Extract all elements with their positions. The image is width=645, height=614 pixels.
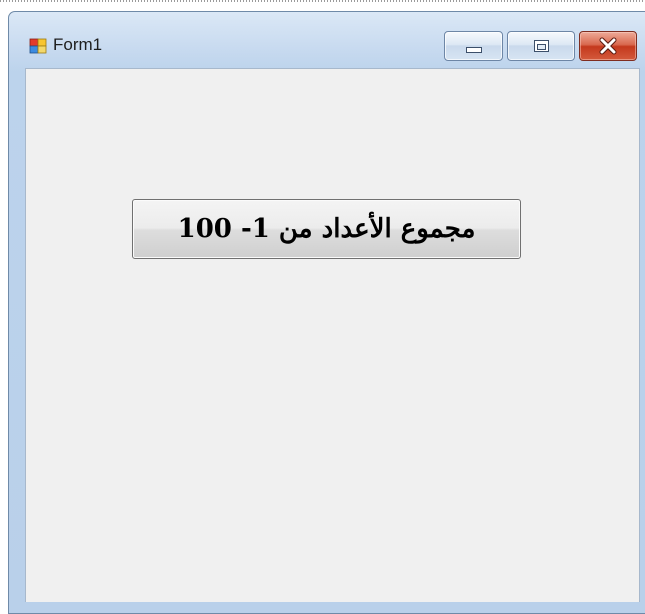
close-icon	[599, 37, 617, 55]
title-bar[interactable]: Form1	[9, 12, 645, 68]
maximize-icon	[534, 40, 549, 52]
sum-numbers-button[interactable]: مجموع الأعداد من 1- 100	[132, 199, 521, 259]
winforms-app-icon	[29, 38, 47, 54]
minimize-button[interactable]	[444, 31, 503, 61]
window-title: Form1	[53, 35, 103, 54]
close-button[interactable]	[579, 31, 637, 61]
form1-window: Form1 مجموع الأعداد من 1- 100	[8, 11, 645, 614]
form-client-area: مجموع الأعداد من 1- 100	[25, 68, 640, 602]
maximize-button[interactable]	[507, 31, 575, 61]
minimize-icon	[466, 47, 482, 53]
desktop-dotted-edge	[0, 0, 645, 2]
